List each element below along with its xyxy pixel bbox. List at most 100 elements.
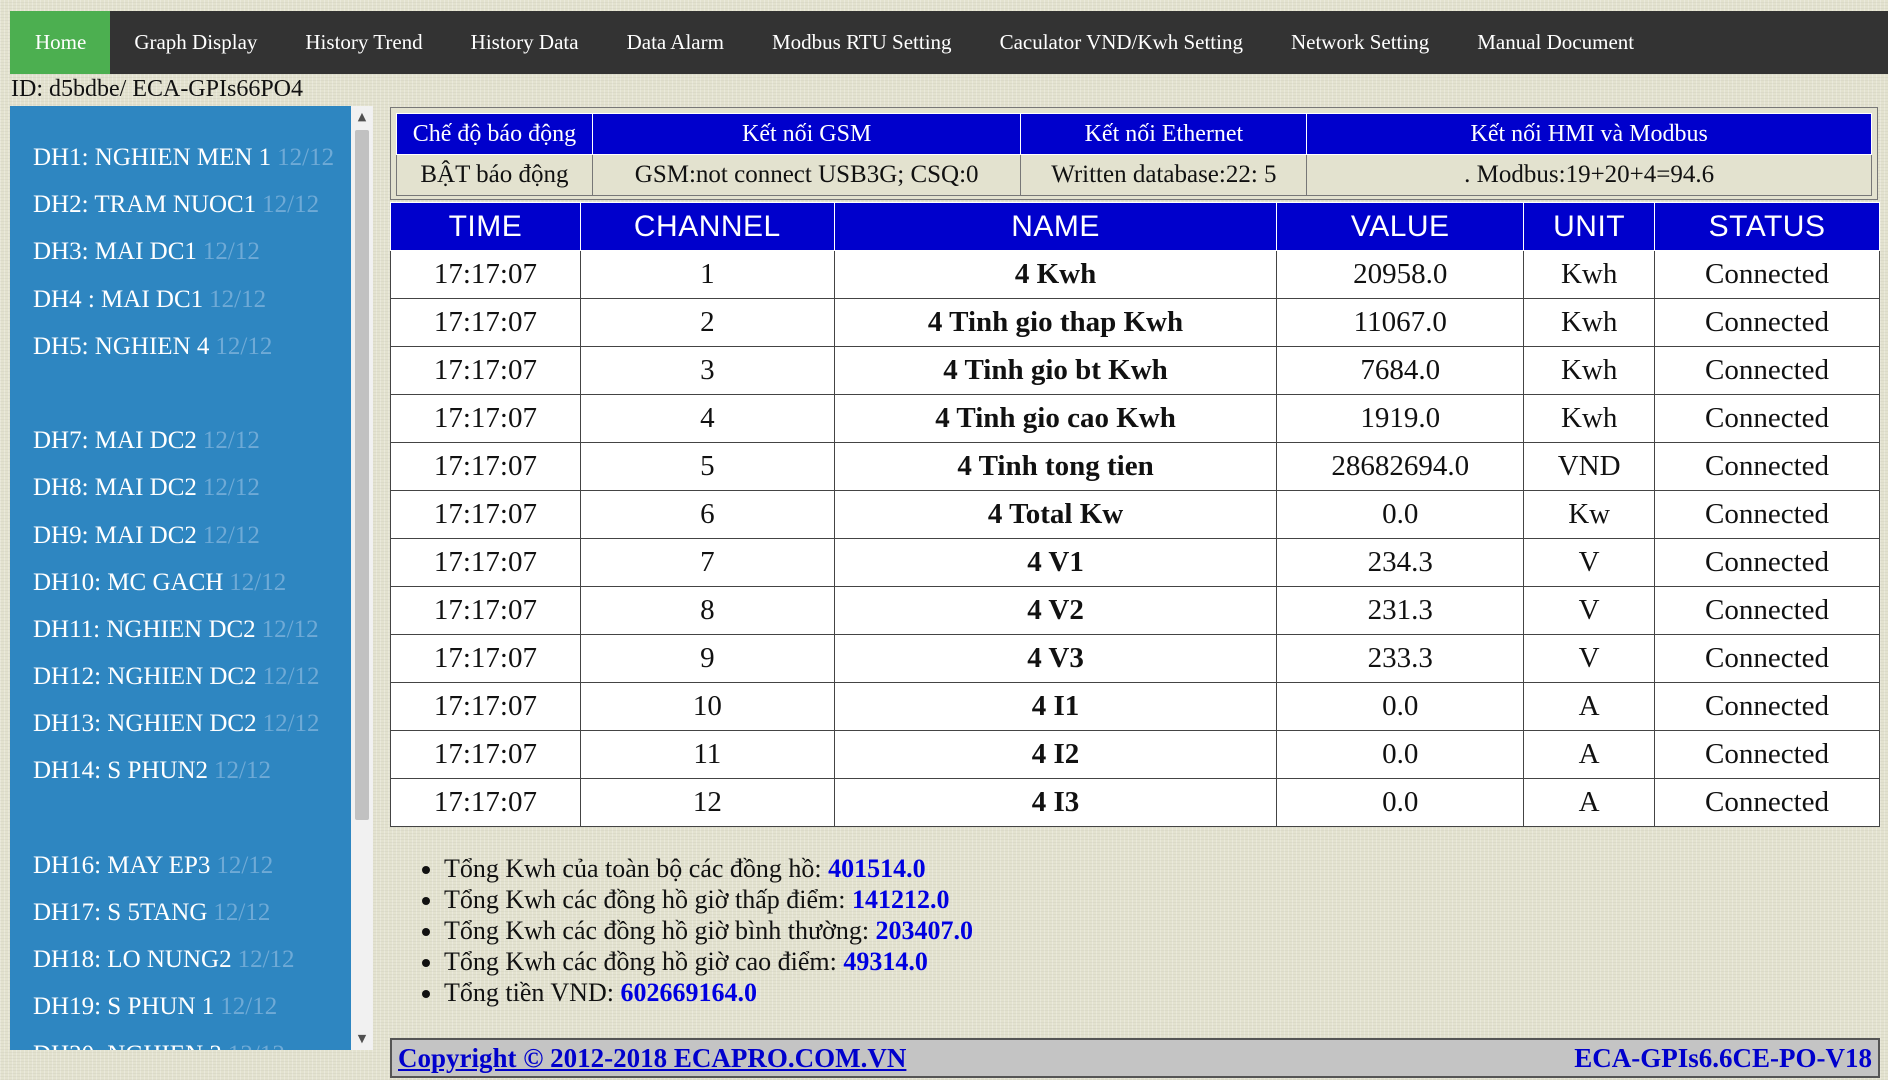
meter-channel-count: 12/12: [229, 568, 287, 596]
time-cell: 17:17:07: [390, 250, 581, 299]
channel-cell: 3: [579, 346, 835, 395]
nav-history-trend[interactable]: History Trend: [281, 11, 446, 74]
table-row: 17:17:07 2 4 Tinh gio thap Kwh 11067.0 Kwh Co…: [390, 298, 1880, 347]
meter-label: DH11: NGHIEN DC2: [33, 615, 256, 643]
name-cell: 4 Kwh: [833, 250, 1278, 299]
summary-item: Tổng Kwh của toàn bộ các đồng hồ: 401514…: [444, 853, 973, 884]
nav-manual-document[interactable]: Manual Document: [1453, 11, 1658, 74]
sidebar-meter-item[interactable]: DH8: MAI DC2 12/12: [33, 464, 351, 511]
status-cell: Connected: [1654, 586, 1880, 635]
table-row: 17:17:07 8 4 V2 231.3 V Connected: [390, 586, 1880, 635]
device-id: ID: d5bdbe/ ECA-GPIs66PO4: [11, 76, 303, 102]
name-cell: 4 Total Kw: [833, 490, 1278, 539]
table-row: 17:17:07 11 4 I2 0.0 A Connected: [390, 730, 1880, 779]
scroll-down-icon[interactable]: ▼: [351, 1028, 373, 1050]
summary-label: Tổng Kwh các đồng hồ giờ thấp điểm:: [444, 885, 853, 914]
meter-channel-count: 12/12: [216, 851, 274, 879]
sidebar-meter-item[interactable]: DH16: MAY EP3 12/12: [33, 842, 351, 889]
sidebar-meter-item[interactable]: DH13: NGHIEN DC2 12/12: [33, 700, 351, 747]
unit-cell: Kw: [1523, 490, 1656, 539]
channel-cell: 6: [579, 490, 835, 539]
nav-calculator-setting[interactable]: Caculator VND/Kwh Setting: [976, 11, 1267, 74]
status-cell: Connected: [1654, 346, 1880, 395]
status-hmi-modbus: . Modbus:19+20+4=94.6: [1306, 154, 1872, 196]
status-cell: Connected: [1654, 778, 1880, 827]
sidebar-meter-item[interactable]: DH10: MC GACH 12/12: [33, 559, 351, 606]
sidebar-meter-item[interactable]: DH4 : MAI DC1 12/12: [33, 276, 351, 323]
channel-cell: 9: [579, 634, 835, 683]
meter-channel-count: 12/12: [261, 615, 319, 643]
value-cell: 1919.0: [1276, 394, 1525, 443]
unit-cell: V: [1523, 634, 1656, 683]
name-cell: 4 I1: [833, 682, 1278, 731]
status-cell: Connected: [1654, 730, 1880, 779]
nav-network-setting[interactable]: Network Setting: [1267, 11, 1453, 74]
sidebar-meter-item[interactable]: DH2: TRAM NUOC1 12/12: [33, 181, 351, 228]
meter-label: DH12: NGHIEN DC2: [33, 663, 257, 691]
meter-channel-count: 12/12: [262, 191, 320, 219]
nav-graph-display[interactable]: Graph Display: [110, 11, 281, 74]
scroll-up-icon[interactable]: ▲: [351, 106, 373, 128]
summary-value: 141212.0: [852, 885, 950, 914]
channel-cell: 12: [579, 778, 835, 827]
meter-channel-count: 12/12: [213, 899, 271, 926]
meter-label: DH13: NGHIEN DC2: [33, 710, 257, 738]
sidebar-meter-item[interactable]: DH3: MAI DC1 12/12: [33, 228, 351, 275]
meter-label: DH10: MC GACH: [33, 568, 224, 596]
summary-label: Tổng Kwh các đồng hồ giờ cao điểm:: [444, 947, 844, 976]
sidebar-meter-item[interactable]: DH19: S PHUN 1 12/12: [33, 983, 351, 1030]
status-cell: Connected: [1654, 634, 1880, 683]
meter-channel-count: 12/12: [277, 144, 335, 171]
name-cell: 4 Tinh gio cao Kwh: [833, 394, 1278, 443]
unit-cell: Kwh: [1523, 250, 1656, 299]
unit-cell: V: [1523, 586, 1656, 635]
sidebar-meter-item[interactable]: DH14: S PHUN2 12/12: [33, 747, 351, 794]
nav-modbus-rtu-setting[interactable]: Modbus RTU Setting: [748, 11, 976, 74]
channel-cell: 4: [579, 394, 835, 443]
scrollbar-thumb[interactable]: [355, 130, 369, 820]
channel-cell: 11: [579, 730, 835, 779]
status-gsm: GSM:not connect USB3G; CSQ:0: [591, 154, 1022, 196]
sidebar-meter-item[interactable]: DH1: NGHIEN MEN 1 12/12: [33, 134, 351, 181]
sidebar-meter-item[interactable]: DH12: NGHIEN DC2 12/12: [33, 653, 351, 700]
sidebar-meter-item[interactable]: DH7: MAI DC2 12/12: [33, 417, 351, 464]
energy-summary: Tổng Kwh của toàn bộ các đồng hồ: 401514…: [414, 853, 973, 1008]
meter-channel-count: 12/12: [228, 1041, 285, 1050]
nav-data-alarm[interactable]: Data Alarm: [603, 11, 748, 74]
sidebar-meter-item[interactable]: DH18: LO NUNG2 12/12: [33, 936, 351, 983]
sidebar-meter-item[interactable]: DH11: NGHIEN DC2 12/12: [33, 606, 351, 653]
summary-value: 49314.0: [843, 947, 928, 976]
meter-channel-count: 12/12: [215, 332, 273, 360]
channel-cell: 2: [579, 298, 835, 347]
sidebar-empty-slot: [33, 370, 351, 417]
status-cell: Connected: [1654, 490, 1880, 539]
meter-label: DH3: MAI DC1: [33, 238, 197, 266]
sidebar-meter-item[interactable]: DH20: NGHIEN 3 12/12: [33, 1031, 351, 1050]
meter-channel-count: 12/12: [262, 663, 320, 691]
nav-history-data[interactable]: History Data: [447, 11, 603, 74]
meter-label: DH8: MAI DC2: [33, 474, 197, 502]
name-cell: 4 I3: [833, 778, 1278, 827]
copyright-link[interactable]: Copyright © 2012-2018 ECAPRO.COM.VN: [398, 1043, 906, 1074]
summary-label: Tổng Kwh các đồng hồ giờ bình thường:: [444, 916, 876, 945]
meter-channel-count: 12/12: [202, 521, 260, 549]
time-cell: 17:17:07: [390, 682, 581, 731]
time-cell: 17:17:07: [390, 634, 581, 683]
unit-cell: A: [1523, 682, 1656, 731]
status-cell: Connected: [1654, 250, 1880, 299]
nav-home[interactable]: Home: [10, 11, 111, 74]
channel-cell: 7: [579, 538, 835, 587]
sidebar-meter-item[interactable]: DH17: S 5TANG 12/12: [33, 889, 351, 936]
sidebar-meter-item[interactable]: DH9: MAI DC2 12/12: [33, 512, 351, 559]
time-cell: 17:17:07: [390, 730, 581, 779]
value-cell: 28682694.0: [1276, 442, 1525, 491]
value-cell: 233.3: [1276, 634, 1525, 683]
sidebar-meter-item[interactable]: DH5: NGHIEN 4 12/12: [33, 323, 351, 370]
col-header-name: NAME: [833, 202, 1278, 251]
sidebar-scrollbar[interactable]: ▲ ▼: [351, 106, 373, 1050]
status-header-alarm-mode: Chế độ báo động: [396, 113, 593, 155]
time-cell: 17:17:07: [390, 586, 581, 635]
meter-list: DH1: NGHIEN MEN 1 12/12 DH2: TRAM NUOC1 12/…: [10, 106, 351, 1050]
sidebar-empty-slot: [33, 795, 351, 842]
footer: Copyright © 2012-2018 ECAPRO.COM.VN ECA-…: [390, 1038, 1880, 1078]
